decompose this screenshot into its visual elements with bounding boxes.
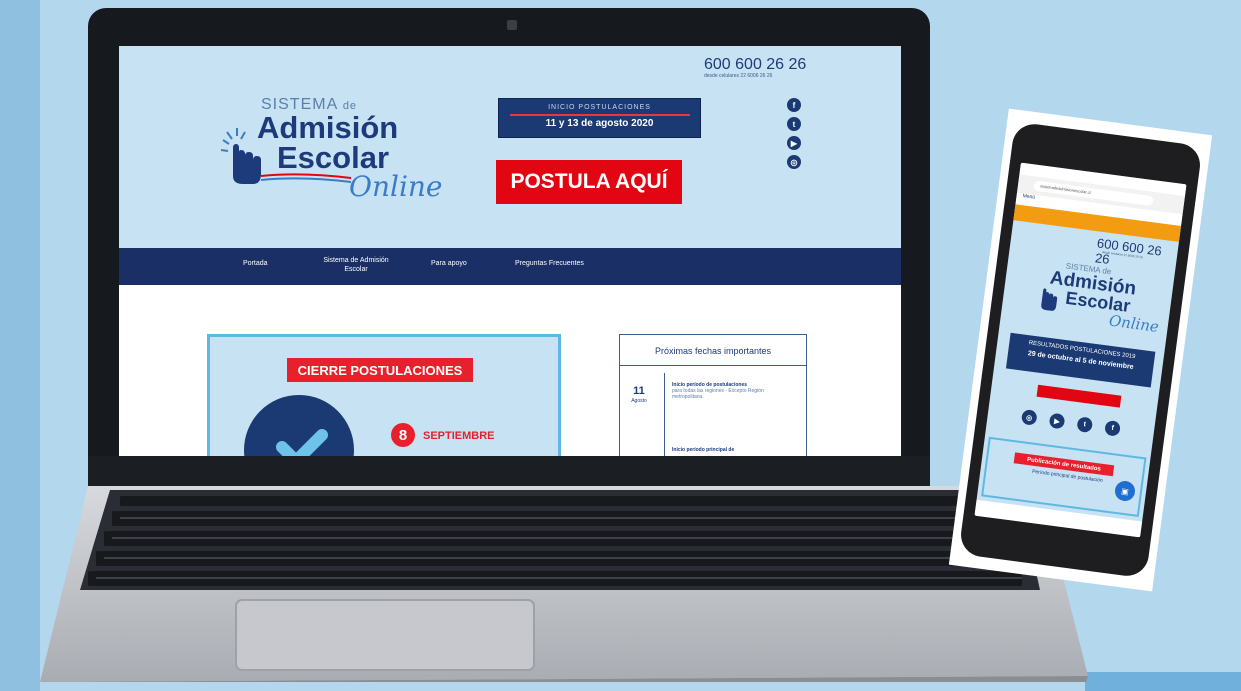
phone-body: sistemadeadmisionescolar.cl Menú 600 600… <box>958 121 1203 579</box>
phone-logo-online: Online <box>1107 311 1160 336</box>
phone-red-button[interactable] <box>1036 384 1122 408</box>
facebook-icon[interactable]: f <box>787 98 801 112</box>
left-background-strip <box>0 0 40 691</box>
instagram-icon[interactable]: ◎ <box>787 155 801 169</box>
laptop-base <box>40 486 1088 682</box>
fechas-vertical-divider <box>664 373 665 456</box>
fechas-divider <box>620 365 806 366</box>
phone-mockup: sistemadeadmisionescolar.cl Menú 600 600… <box>948 108 1213 592</box>
fechas-event2-title: Inicio período principal de <box>672 447 735 453</box>
instagram-icon[interactable]: ◎ <box>1020 408 1038 426</box>
logo-online-text: Online <box>349 170 443 203</box>
laptop-screen: SISTEMA de Admisión Escolar Online INICI… <box>119 46 901 456</box>
youtube-icon[interactable]: ▶ <box>787 136 801 150</box>
cierre-label: CIERRE POSTULACIONES <box>287 358 473 382</box>
phone-results-banner: RESULTADOS POSTULACIONES 2019 29 de octu… <box>1005 332 1156 388</box>
twitter-icon[interactable]: t <box>787 117 801 131</box>
site-header: SISTEMA de Admisión Escolar Online INICI… <box>119 46 901 248</box>
nav-item-sistema[interactable]: Sistema de Admisión Escolar <box>321 256 391 274</box>
twitter-icon[interactable]: t <box>1076 416 1094 434</box>
site-logo[interactable]: SISTEMA de Admisión Escolar Online <box>219 96 443 246</box>
date-banner-divider <box>509 114 690 116</box>
bottom-background-strip <box>1085 672 1241 691</box>
nav-item-apoyo[interactable]: Para apoyo <box>431 259 467 268</box>
checkmark-icon <box>244 395 354 456</box>
date-banner-heading: INICIO POSTULACIONES <box>548 104 651 111</box>
webcam-icon <box>507 20 517 30</box>
youtube-icon[interactable]: ▶ <box>1048 412 1066 430</box>
site-nav-bar: Portada Sistema de Admisión Escolar Para… <box>119 248 901 285</box>
nav-item-preguntas[interactable]: Preguntas Frecuentes <box>515 259 584 268</box>
contact-phone-subtitle: desde celulares 22 6006 26 26 <box>704 73 773 79</box>
fechas-month: Agosto <box>631 398 647 404</box>
contact-phone-number: 600 600 26 26 <box>704 56 807 73</box>
cierre-postulaciones-card[interactable]: CIERRE POSTULACIONES 8 SEPTIEMBRE <box>207 334 561 456</box>
cierre-month: SEPTIEMBRE <box>423 430 495 442</box>
postula-aqui-button[interactable]: POSTULA AQUÍ <box>496 160 682 204</box>
proximas-fechas-card: Próximas fechas importantes 11 Agosto In… <box>619 334 807 456</box>
fechas-title: Próximas fechas importantes <box>654 346 772 356</box>
postulation-dates-banner: INICIO POSTULACIONES 11 y 13 de agosto 2… <box>498 98 701 138</box>
logo-swoosh <box>261 173 351 183</box>
fechas-day: 11 <box>633 385 645 397</box>
fechas-event-detail: para todas las regiones - Excepto Región… <box>672 388 764 400</box>
nav-item-portada[interactable]: Portada <box>243 259 268 268</box>
facebook-icon[interactable]: f <box>1104 419 1121 437</box>
touchpad <box>235 599 535 671</box>
date-banner-dates: 11 y 13 de agosto 2020 <box>545 118 654 129</box>
phone-screen: sistemadeadmisionescolar.cl Menú 600 600… <box>974 162 1187 538</box>
cierre-day: 8 <box>391 423 415 447</box>
